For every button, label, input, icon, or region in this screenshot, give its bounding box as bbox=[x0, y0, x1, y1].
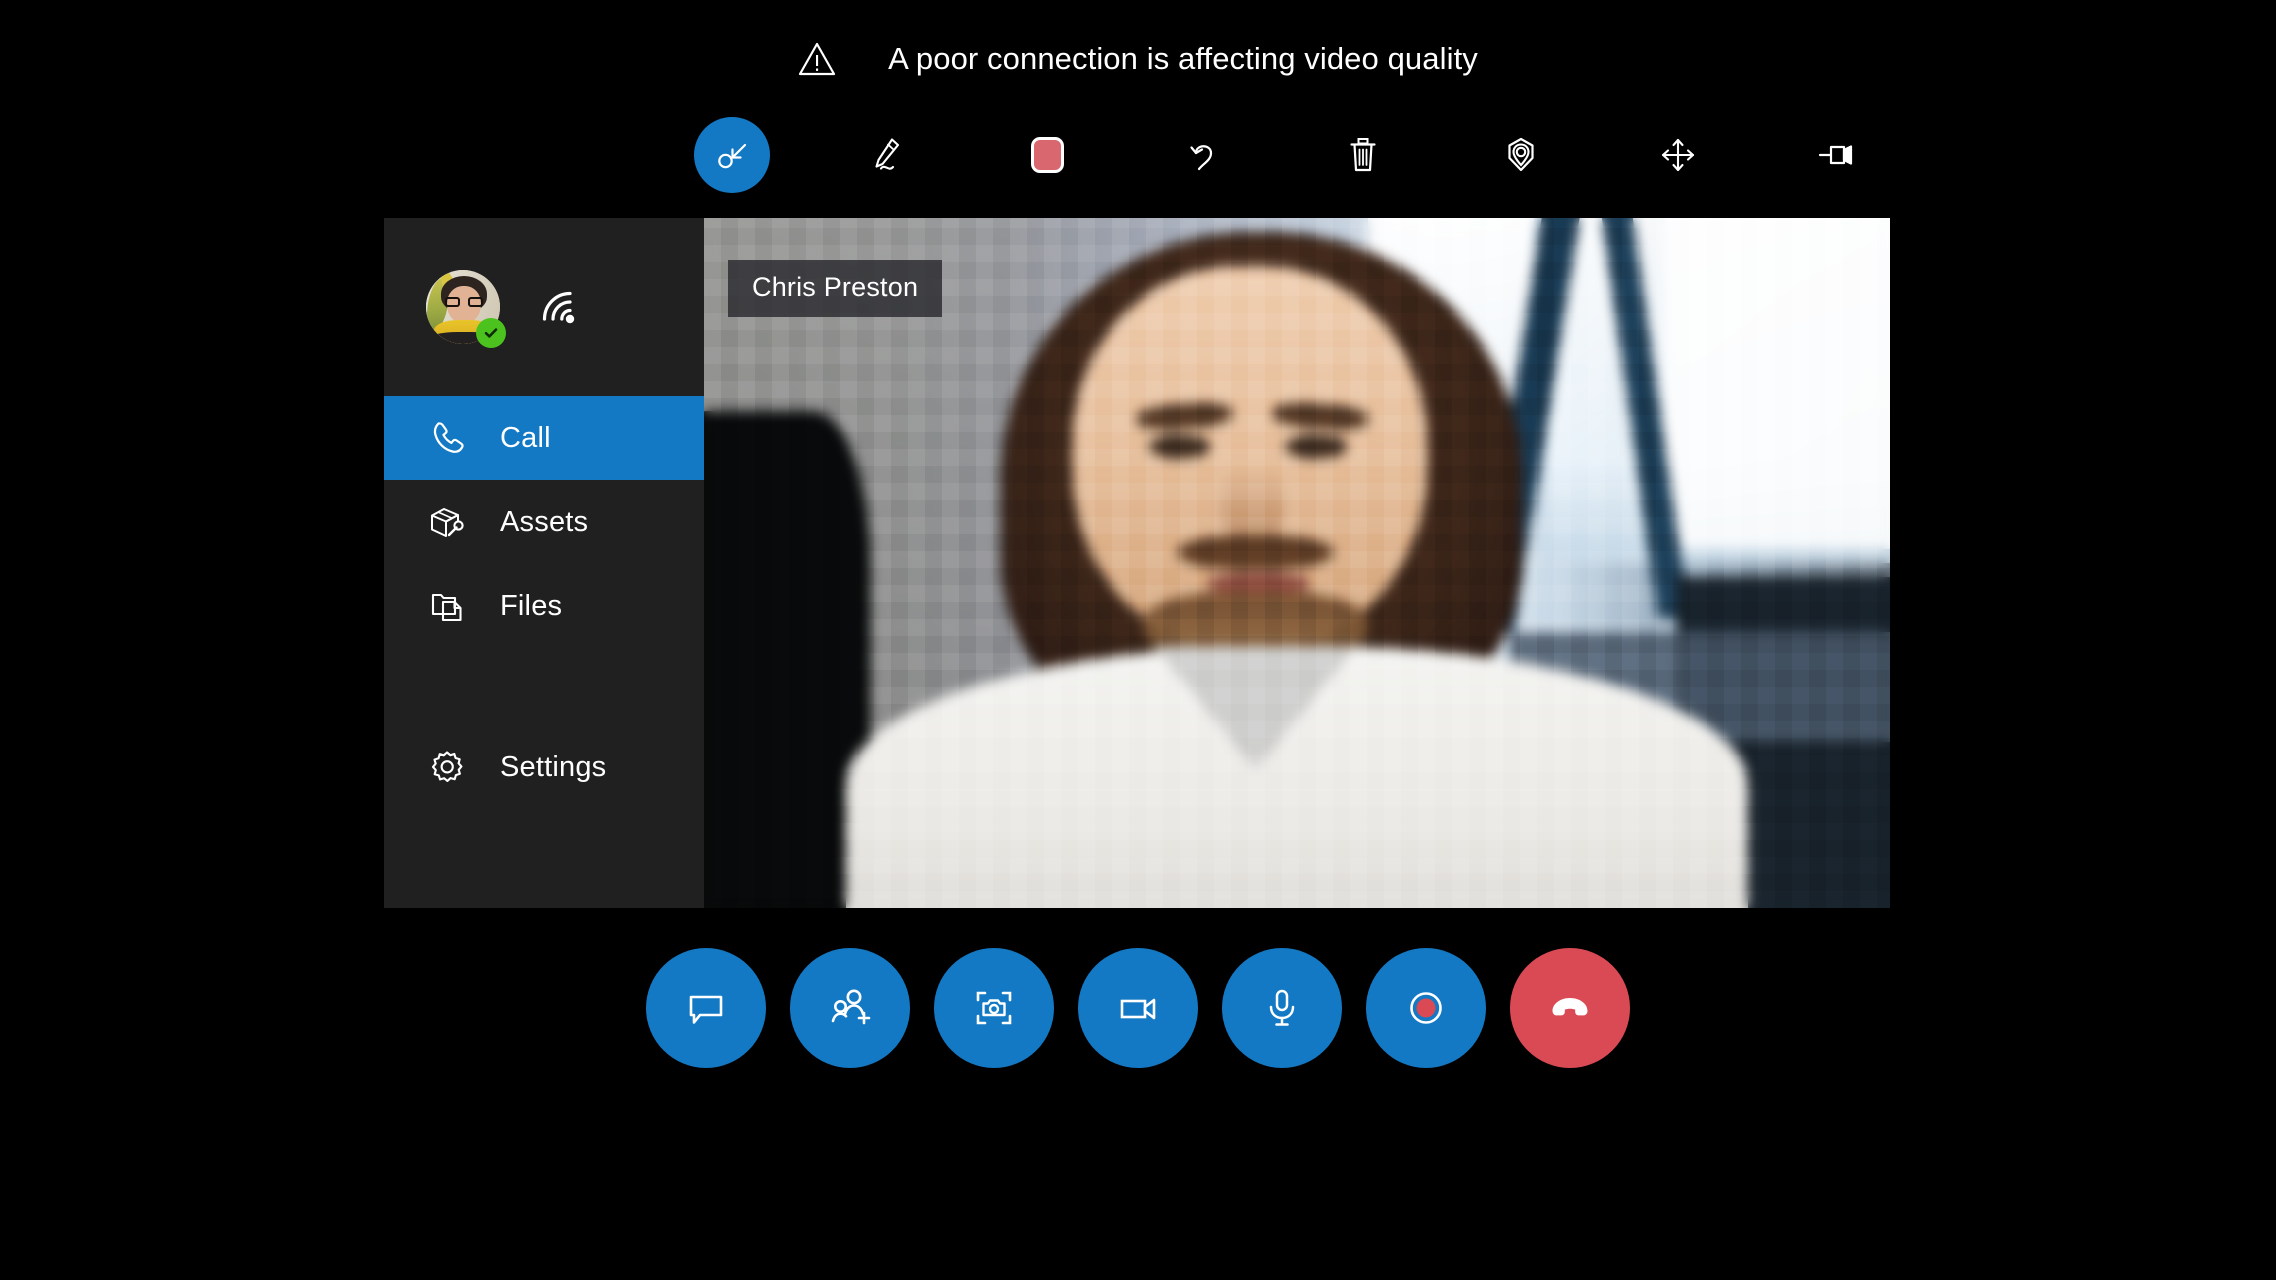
video-person-eye-right bbox=[1285, 435, 1347, 459]
sidebar-item-label: Settings bbox=[500, 750, 607, 783]
avatar-glasses bbox=[445, 297, 483, 307]
video-person-eye-left bbox=[1148, 435, 1211, 459]
warning-message: A poor connection is affecting video qua… bbox=[888, 41, 1478, 76]
box-wrench-icon bbox=[426, 501, 468, 543]
ink-color-swatch[interactable] bbox=[1009, 117, 1085, 193]
participant-name-label: Chris Preston bbox=[728, 260, 943, 317]
move-tool[interactable] bbox=[1640, 117, 1716, 193]
sidebar-item-call[interactable]: Call bbox=[384, 396, 704, 480]
place-marker-tool[interactable] bbox=[1483, 117, 1559, 193]
sidebar-item-label: Call bbox=[500, 421, 551, 454]
add-participant-button[interactable] bbox=[790, 948, 910, 1068]
profile-row[interactable] bbox=[384, 218, 704, 396]
phone-handset-icon bbox=[426, 417, 468, 459]
call-controls-bar bbox=[0, 948, 2276, 1068]
video-toggle-button[interactable] bbox=[1078, 948, 1198, 1068]
ink-pen-tool[interactable] bbox=[852, 117, 928, 193]
avatar[interactable] bbox=[426, 270, 506, 348]
mic-toggle-button[interactable] bbox=[1222, 948, 1342, 1068]
video-person-nose bbox=[1219, 466, 1286, 543]
status-badge bbox=[476, 318, 506, 348]
sidebar-nav: Call Assets Files Settings bbox=[384, 396, 704, 809]
gear-icon bbox=[426, 746, 468, 788]
video-person-moustache bbox=[1178, 535, 1333, 570]
sidebar: Call Assets Files Settings bbox=[384, 218, 704, 908]
record-button[interactable] bbox=[1366, 948, 1486, 1068]
pin-toolbar-button[interactable] bbox=[1798, 117, 1874, 193]
connection-warning-banner: A poor connection is affecting video qua… bbox=[0, 0, 2276, 118]
sidebar-item-assets[interactable]: Assets bbox=[384, 480, 704, 564]
video-dark-object-left bbox=[704, 411, 871, 908]
app-root: A poor connection is affecting video qua… bbox=[0, 0, 2276, 1280]
annotation-toolbar bbox=[694, 112, 1874, 198]
warning-triangle-icon bbox=[798, 41, 836, 77]
sidebar-item-files[interactable]: Files bbox=[384, 564, 704, 648]
folder-document-icon bbox=[426, 585, 468, 627]
remote-video-feed[interactable]: Chris Preston bbox=[704, 218, 1890, 908]
sidebar-item-settings[interactable]: Settings bbox=[384, 725, 704, 809]
video-window-pane-far-right bbox=[1664, 218, 1890, 550]
hang-up-button[interactable] bbox=[1510, 948, 1630, 1068]
wifi-signal-icon bbox=[538, 286, 582, 328]
delete-button[interactable] bbox=[1325, 117, 1401, 193]
color-swatch-icon bbox=[1030, 137, 1064, 173]
snapshot-button[interactable] bbox=[934, 948, 1054, 1068]
undo-button[interactable] bbox=[1167, 117, 1243, 193]
chat-button[interactable] bbox=[646, 948, 766, 1068]
sidebar-item-label: Files bbox=[500, 589, 563, 622]
cursor-select-tool[interactable] bbox=[694, 117, 770, 193]
sidebar-item-label: Assets bbox=[500, 505, 589, 538]
